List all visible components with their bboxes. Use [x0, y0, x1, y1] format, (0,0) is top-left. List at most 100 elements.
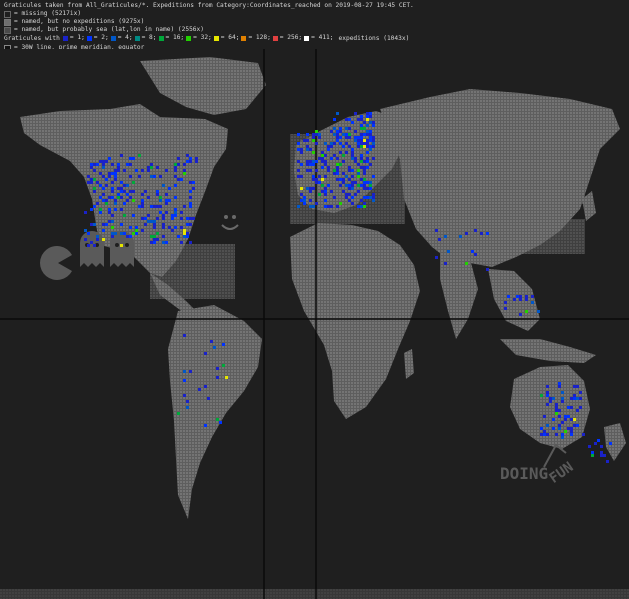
expedition-marker [336, 130, 339, 133]
expedition-marker [363, 205, 366, 208]
bucket-label: = 2; [93, 34, 109, 41]
expedition-marker [174, 226, 177, 229]
expedition-marker [561, 400, 564, 403]
expedition-marker [360, 160, 363, 163]
expedition-marker [363, 172, 366, 175]
expedition-marker [96, 181, 99, 184]
expedition-marker [561, 397, 564, 400]
expedition-marker [186, 217, 189, 220]
expedition-marker [138, 154, 141, 157]
expedition-marker [576, 409, 579, 412]
expedition-marker [300, 199, 303, 202]
expedition-marker [102, 199, 105, 202]
bucket-label: = 1; [69, 34, 85, 41]
expedition-marker [363, 121, 366, 124]
expedition-marker [555, 412, 558, 415]
expedition-marker [297, 205, 300, 208]
expedition-marker [363, 139, 366, 142]
expedition-marker [309, 163, 312, 166]
expedition-marker [366, 151, 369, 154]
expedition-marker [342, 145, 345, 148]
world-map[interactable]: DOING FUN [0, 49, 629, 599]
expedition-marker [159, 199, 162, 202]
expedition-marker [339, 127, 342, 130]
expedition-marker [558, 415, 561, 418]
expedition-marker [351, 184, 354, 187]
expedition-marker [306, 148, 309, 151]
expedition-marker [558, 424, 561, 427]
expedition-marker [363, 187, 366, 190]
expedition-marker [336, 133, 339, 136]
expedition-marker [519, 313, 522, 316]
expedition-marker [108, 196, 111, 199]
expedition-marker [504, 301, 507, 304]
expedition-marker [186, 223, 189, 226]
expedition-marker [507, 295, 510, 298]
expedition-marker [363, 181, 366, 184]
expedition-marker [177, 412, 180, 415]
expedition-marker [150, 235, 153, 238]
bucket-label: = 411; [311, 34, 334, 41]
expedition-marker [189, 160, 192, 163]
expedition-marker [87, 244, 90, 247]
bucket-label: = 8; [141, 34, 157, 41]
expedition-marker [174, 175, 177, 178]
expedition-marker [360, 154, 363, 157]
expedition-marker [348, 184, 351, 187]
expedition-marker [369, 115, 372, 118]
expedition-marker [117, 166, 120, 169]
expedition-marker [117, 196, 120, 199]
expedition-marker [531, 301, 534, 304]
expedition-marker [363, 133, 366, 136]
legend-bucket: = 2; [86, 34, 109, 42]
bucket-swatch [213, 35, 219, 41]
expedition-marker [189, 370, 192, 373]
expedition-marker [567, 415, 570, 418]
expedition-marker [369, 121, 372, 124]
expedition-marker [312, 136, 315, 139]
expedition-marker [525, 295, 528, 298]
expedition-marker [105, 202, 108, 205]
expedition-marker [357, 205, 360, 208]
expedition-marker [366, 145, 369, 148]
expedition-marker [327, 145, 330, 148]
expedition-marker [126, 184, 129, 187]
expedition-marker [192, 187, 195, 190]
expedition-marker [336, 163, 339, 166]
expedition-marker [102, 193, 105, 196]
expedition-marker [315, 202, 318, 205]
expedition-marker [144, 223, 147, 226]
expedition-marker [186, 154, 189, 157]
expedition-marker [153, 205, 156, 208]
expedition-marker [126, 199, 129, 202]
expedition-marker [153, 226, 156, 229]
expedition-marker [87, 232, 90, 235]
expedition-marker [366, 181, 369, 184]
expedition-marker [540, 433, 543, 436]
expedition-marker [174, 208, 177, 211]
expedition-marker [543, 415, 546, 418]
expedition-marker [438, 238, 441, 241]
expedition-marker [369, 130, 372, 133]
expedition-marker [324, 163, 327, 166]
expedition-marker [324, 154, 327, 157]
expedition-marker [153, 175, 156, 178]
expedition-marker [297, 160, 300, 163]
bucket-label: = 32; [193, 34, 212, 41]
expedition-marker [105, 223, 108, 226]
expedition-marker [345, 118, 348, 121]
expedition-marker [171, 214, 174, 217]
expedition-marker [357, 142, 360, 145]
expedition-marker [306, 145, 309, 148]
expedition-marker [309, 160, 312, 163]
expedition-marker [141, 169, 144, 172]
expedition-marker [111, 181, 114, 184]
expedition-marker [363, 166, 366, 169]
expedition-marker [342, 133, 345, 136]
expedition-marker [303, 199, 306, 202]
expedition-marker [348, 118, 351, 121]
expedition-marker [351, 175, 354, 178]
expedition-marker [303, 196, 306, 199]
expedition-marker [366, 139, 369, 142]
expedition-marker [177, 157, 180, 160]
